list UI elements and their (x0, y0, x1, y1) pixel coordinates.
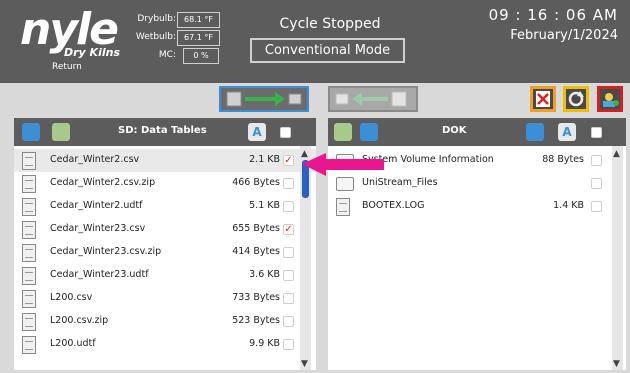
select-all-checkbox[interactable] (280, 127, 291, 138)
file-name: L200.csv.zip (50, 315, 109, 326)
right-panel-title: DOK (442, 125, 467, 136)
refresh-button[interactable] (563, 86, 589, 112)
file-icon (22, 267, 36, 285)
file-name: Cedar_Winter2.csv.zip (50, 177, 156, 188)
clock-date: February/1/2024 (510, 28, 618, 43)
scroll-down-icon[interactable]: ▼ (613, 359, 620, 369)
mc-value: 0 % (183, 48, 219, 64)
file-checkbox[interactable] (283, 339, 294, 350)
scroll-down-icon[interactable]: ▼ (301, 359, 308, 369)
file-checkbox[interactable] (283, 247, 294, 258)
file-name: L200.csv (50, 292, 93, 303)
copy-to-left-button[interactable] (328, 86, 418, 112)
table-row[interactable]: Cedar_Winter23.udtf 3.6 KB (14, 264, 316, 287)
table-row[interactable]: L200.csv 733 Bytes (14, 287, 316, 310)
file-name: Cedar_Winter23.csv.zip (50, 246, 162, 257)
mode-display[interactable]: Conventional Mode (250, 38, 405, 63)
file-icon (22, 336, 36, 354)
file-size: 523 Bytes (232, 315, 280, 326)
header-bar: nyle Dry Kilns Return Drybulb: 68.1 °F W… (0, 0, 630, 83)
refresh-icon (568, 91, 584, 107)
table-row[interactable]: L200.csv.zip 523 Bytes (14, 310, 316, 333)
delete-icon (536, 91, 550, 107)
select-all-checkbox[interactable] (591, 127, 602, 138)
file-icon (22, 290, 36, 308)
new-folder-icon[interactable] (360, 123, 378, 141)
file-checkbox[interactable] (283, 201, 294, 212)
file-checkbox[interactable]: ✓ (283, 224, 294, 235)
left-panel-title: SD: Data Tables (118, 125, 207, 136)
rename-icon[interactable]: A (248, 123, 266, 141)
user-settings-icon (603, 93, 619, 107)
file-name: UniStream_Files (362, 177, 438, 188)
file-checkbox[interactable] (591, 178, 602, 189)
pointer-arrow-icon (302, 153, 384, 176)
left-panel-header: SD: Data Tables A (14, 118, 316, 146)
file-name: Cedar_Winter2.udtf (50, 200, 143, 211)
file-icon (22, 221, 36, 239)
mc-label: MC: (158, 50, 176, 60)
wetbulb-label: Wetbulb: (135, 32, 176, 42)
file-checkbox[interactable] (591, 155, 602, 166)
copy-to-right-button[interactable] (219, 86, 309, 112)
file-name: L200.udtf (50, 338, 96, 349)
file-size: 733 Bytes (232, 292, 280, 303)
wetbulb-value: 67.1 °F (177, 30, 220, 46)
drybulb-label: Drybulb: (137, 14, 176, 24)
file-name: Cedar_Winter23.csv (50, 223, 146, 234)
file-size: 655 Bytes (232, 223, 280, 234)
return-label: Return (52, 62, 82, 72)
file-size: 88 Bytes (542, 154, 584, 165)
file-checkbox[interactable] (283, 178, 294, 189)
table-row[interactable]: BOOTEX.LOG 1.4 KB (328, 195, 626, 218)
file-checkbox[interactable] (283, 293, 294, 304)
file-size: 414 Bytes (232, 246, 280, 257)
file-name: Cedar_Winter2.csv (50, 154, 140, 165)
arrow-left-icon (335, 91, 407, 107)
file-size: 3.6 KB (249, 269, 280, 280)
table-row[interactable]: Cedar_Winter2.csv 2.1 KB ✓ (14, 149, 316, 172)
file-checkbox[interactable] (283, 316, 294, 327)
file-size: 2.1 KB (249, 154, 280, 165)
table-row[interactable]: L200.udtf 9.9 KB (14, 333, 316, 356)
arrow-right-icon (226, 91, 302, 107)
file-size: 9.9 KB (249, 338, 280, 349)
drybulb-value: 68.1 °F (177, 12, 220, 28)
settings-user-button[interactable] (597, 86, 623, 112)
file-icon (22, 244, 36, 262)
file-icon (22, 175, 36, 193)
table-row[interactable]: Cedar_Winter2.udtf 5.1 KB (14, 195, 316, 218)
clock-time: 09 : 16 : 06 AM (488, 6, 618, 24)
file-icon (22, 198, 36, 216)
file-icon (22, 152, 36, 170)
table-row[interactable]: Cedar_Winter23.csv.zip 414 Bytes (14, 241, 316, 264)
left-file-panel: SD: Data Tables A Cedar_Winter2.csv 2.1 K… (14, 118, 316, 370)
file-name: Cedar_Winter23.udtf (50, 269, 149, 280)
cycle-status: Cycle Stopped (279, 16, 381, 32)
right-scrollbar[interactable]: ▲ ▼ (612, 146, 623, 370)
folder-open-icon[interactable] (334, 123, 352, 141)
file-name: BOOTEX.LOG (362, 200, 425, 211)
file-checkbox[interactable] (283, 270, 294, 281)
file-size: 5.1 KB (249, 200, 280, 211)
folder-icon (336, 177, 354, 191)
table-row[interactable]: Cedar_Winter23.csv 655 Bytes ✓ (14, 218, 316, 241)
file-checkbox[interactable] (591, 201, 602, 212)
file-size: 466 Bytes (232, 177, 280, 188)
folder-open-icon[interactable] (22, 123, 40, 141)
file-checkbox[interactable]: ✓ (283, 155, 294, 166)
file-size: 1.4 KB (553, 200, 584, 211)
right-panel-header: DOK A (328, 118, 626, 146)
scroll-up-icon[interactable]: ▲ (613, 149, 620, 159)
table-row[interactable]: Cedar_Winter2.csv.zip 466 Bytes (14, 172, 316, 195)
delete-file-button[interactable] (530, 86, 556, 112)
file-icon (22, 313, 36, 331)
rename-icon[interactable]: A (558, 123, 576, 141)
new-folder-icon[interactable] (52, 123, 70, 141)
add-file-icon[interactable] (526, 123, 544, 141)
left-scrollbar[interactable]: ▲ ▼ (300, 146, 311, 370)
file-icon (336, 198, 350, 216)
